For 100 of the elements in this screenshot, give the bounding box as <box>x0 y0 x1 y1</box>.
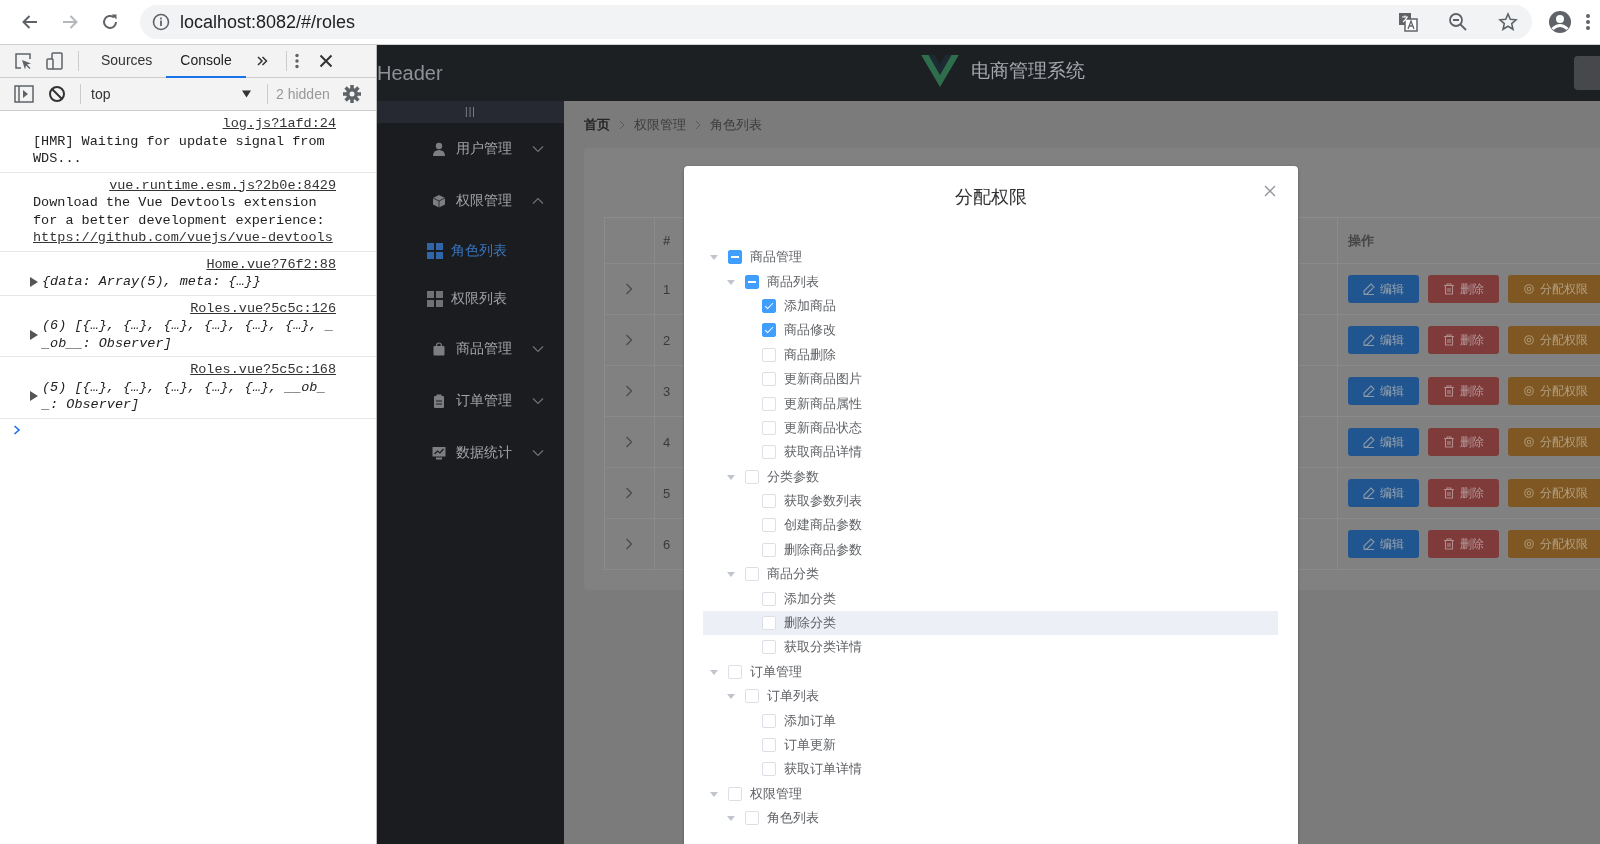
trash-icon <box>1443 283 1455 295</box>
context-dropdown[interactable]: top <box>89 84 259 104</box>
tree-row[interactable]: 更新商品属性 <box>703 391 1278 416</box>
expand-icon[interactable] <box>625 334 633 346</box>
tree-row[interactable]: 获取商品详情 <box>703 440 1278 465</box>
gear-icon <box>1523 334 1535 346</box>
trash-icon <box>1443 385 1455 397</box>
checkbox[interactable] <box>762 298 776 313</box>
close-icon[interactable] <box>318 54 333 68</box>
breadcrumb-item[interactable]: 首页 <box>584 115 610 134</box>
info-icon[interactable] <box>152 13 170 31</box>
tree-label: 添加商品 <box>784 296 836 315</box>
partial-checkbox[interactable] <box>745 274 759 289</box>
expand-icon[interactable] <box>625 487 633 499</box>
table-cell: 4 <box>663 434 671 450</box>
star-icon[interactable] <box>1498 12 1518 32</box>
tree-row[interactable]: 获取订单详情 <box>703 757 1278 782</box>
submenu-item[interactable]: 权限列表 <box>377 275 564 323</box>
tree-label: 更新商品属性 <box>784 394 862 413</box>
source-link[interactable]: vue.runtime.esm.js?2b0e:8429 <box>33 176 336 194</box>
tree-label: 删除商品参数 <box>784 540 862 559</box>
tree-row[interactable]: 更新商品图片 <box>703 366 1278 392</box>
tree-row[interactable]: 删除分类 <box>703 610 1278 636</box>
chevron-icon[interactable] <box>532 345 544 353</box>
checkbox[interactable] <box>762 323 776 338</box>
sidebar-toggle-icon[interactable] <box>14 85 34 103</box>
settings-icon[interactable] <box>341 84 362 104</box>
menu-item[interactable]: 订单管理 <box>377 375 564 427</box>
table-cell: 3 <box>663 383 671 399</box>
more-tabs-icon[interactable] <box>255 55 268 67</box>
tree-row[interactable]: 获取分类详情 <box>703 635 1278 660</box>
menu-item[interactable]: 商品管理 <box>377 323 564 375</box>
expand-triangle-icon[interactable] <box>30 391 38 401</box>
tree-label: 更新商品图片 <box>784 370 862 389</box>
reload-icon[interactable] <box>100 12 120 32</box>
tree-label: 商品管理 <box>750 248 802 267</box>
table-cell: 1 <box>663 281 671 297</box>
source-link[interactable]: Roles.vue?5c5c:168 <box>33 361 336 379</box>
kebab-menu-icon[interactable] <box>294 53 299 69</box>
tree-row[interactable]: 商品管理 <box>703 245 1278 270</box>
dialog-title: 分配权限 <box>955 187 1027 207</box>
inspect-icon[interactable] <box>14 52 32 70</box>
tree-row[interactable]: 商品列表 <box>703 269 1278 294</box>
tree-row[interactable]: 添加商品 <box>703 293 1278 319</box>
expand-icon[interactable] <box>625 538 633 550</box>
tree-row[interactable]: 分类参数 <box>703 464 1278 489</box>
tree-row[interactable]: 获取参数列表 <box>703 488 1278 514</box>
menu-label: 权限管理 <box>456 192 512 210</box>
log-message: Download the Vue Devtools extension for a better development experience: <box>33 195 325 228</box>
pencil-icon <box>1363 334 1375 346</box>
tree-row[interactable]: 权限管理 <box>703 781 1278 806</box>
avatar-icon[interactable] <box>1548 10 1572 34</box>
expand-icon[interactable] <box>625 283 633 295</box>
tree-label: 权限管理 <box>750 784 802 803</box>
table-cell: 2 <box>663 332 671 348</box>
chevron-icon[interactable] <box>532 449 544 457</box>
address-bar[interactable]: localhost:8082/#/roles <box>140 5 1532 39</box>
tree-row[interactable]: 添加订单 <box>703 708 1278 733</box>
tree-label: 商品分类 <box>767 565 819 584</box>
log-link[interactable]: https://github.com/vuejs/vue-devtools <box>33 229 336 247</box>
tree-label: 订单管理 <box>750 662 802 681</box>
tree-label: 分类参数 <box>767 467 819 486</box>
submenu-item[interactable]: 角色列表 <box>377 227 564 275</box>
source-link[interactable]: log.js?1afd:24 <box>33 115 336 133</box>
expand-triangle-icon[interactable] <box>30 276 38 287</box>
expand-icon[interactable] <box>625 385 633 397</box>
tree-label: 订单更新 <box>784 736 836 754</box>
expand-icon[interactable] <box>625 436 633 448</box>
source-link[interactable]: Roles.vue?5c5c:126 <box>33 299 336 317</box>
device-icon[interactable] <box>46 52 64 70</box>
tree-row[interactable]: 商品分类 <box>703 562 1278 587</box>
tree-row[interactable]: 添加分类 <box>703 586 1278 611</box>
chevron-icon[interactable] <box>532 197 544 205</box>
tree-row[interactable]: 商品修改 <box>703 318 1278 343</box>
tree-row[interactable]: 订单列表 <box>703 684 1278 709</box>
dropdown-caret-icon[interactable] <box>242 90 251 98</box>
expand-triangle-icon[interactable] <box>30 329 38 340</box>
block-icon[interactable] <box>48 85 66 103</box>
prompt-icon[interactable] <box>13 424 21 435</box>
chevron-icon[interactable] <box>532 145 544 153</box>
header-title: Header <box>377 61 443 85</box>
tree-row[interactable]: 创建商品参数 <box>703 513 1278 538</box>
devtools-tab[interactable]: Sources <box>87 44 167 78</box>
menu-item[interactable]: 用户管理 <box>377 123 564 175</box>
partial-checkbox[interactable] <box>728 250 742 265</box>
tree-row[interactable]: 商品删除 <box>703 342 1278 367</box>
menu-item[interactable]: 数据统计 <box>377 427 564 479</box>
menu-item[interactable]: 权限管理 <box>377 175 564 227</box>
tree-row[interactable]: 更新商品状态 <box>703 415 1278 441</box>
tree-row[interactable]: 订单更新 <box>703 732 1278 758</box>
zoom-out-icon[interactable] <box>1448 12 1468 32</box>
menu-icon[interactable] <box>1586 13 1590 31</box>
source-link[interactable]: Home.vue?76f2:88 <box>33 255 336 273</box>
collapse-toggle[interactable]: ||| <box>377 101 564 123</box>
chevron-icon[interactable] <box>532 397 544 405</box>
tree-row[interactable]: 订单管理 <box>703 659 1278 685</box>
tree-row[interactable]: 删除商品参数 <box>703 537 1278 563</box>
translate-icon[interactable] <box>1398 12 1418 32</box>
gear-icon <box>1523 487 1535 499</box>
tree-row[interactable]: 角色列表 <box>703 806 1278 831</box>
